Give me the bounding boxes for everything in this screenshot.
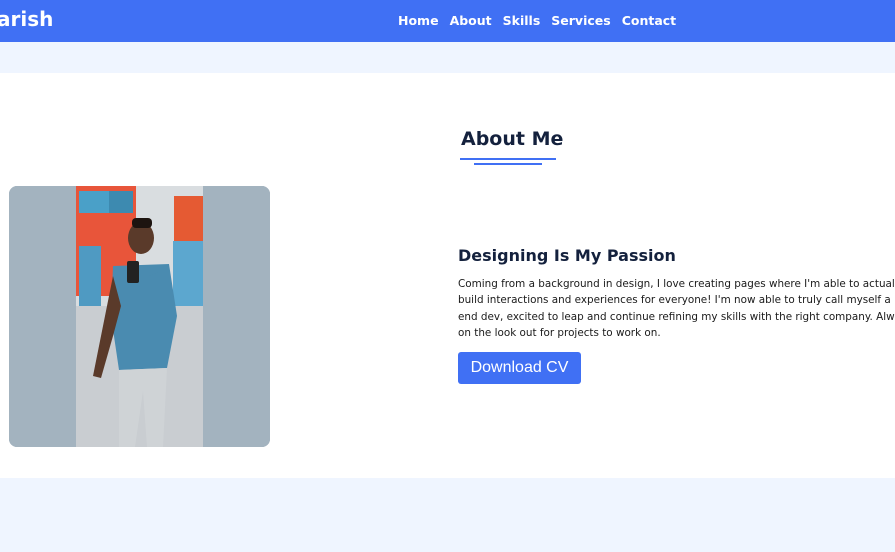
- nav-link-home[interactable]: Home: [398, 13, 439, 28]
- nav-link-about[interactable]: About: [450, 13, 492, 28]
- section-title: About Me: [461, 128, 564, 150]
- title-underline: [460, 158, 556, 160]
- download-cv-button[interactable]: Download CV: [458, 352, 581, 384]
- navbar: arish Home About Skills Services Contact: [0, 0, 895, 42]
- profile-photo: [9, 186, 270, 447]
- title-underline-short: [474, 163, 542, 165]
- nav-links: Home About Skills Services Contact: [398, 13, 676, 28]
- about-description: Coming from a background in design, I lo…: [458, 278, 895, 340]
- nav-link-services[interactable]: Services: [551, 13, 610, 28]
- about-subtitle: Designing Is My Passion: [458, 246, 676, 265]
- nav-link-skills[interactable]: Skills: [503, 13, 541, 28]
- nav-link-contact[interactable]: Contact: [622, 13, 676, 28]
- site-logo[interactable]: arish: [0, 7, 53, 31]
- about-section: About Me Designing Is My Passion Coming …: [0, 73, 895, 478]
